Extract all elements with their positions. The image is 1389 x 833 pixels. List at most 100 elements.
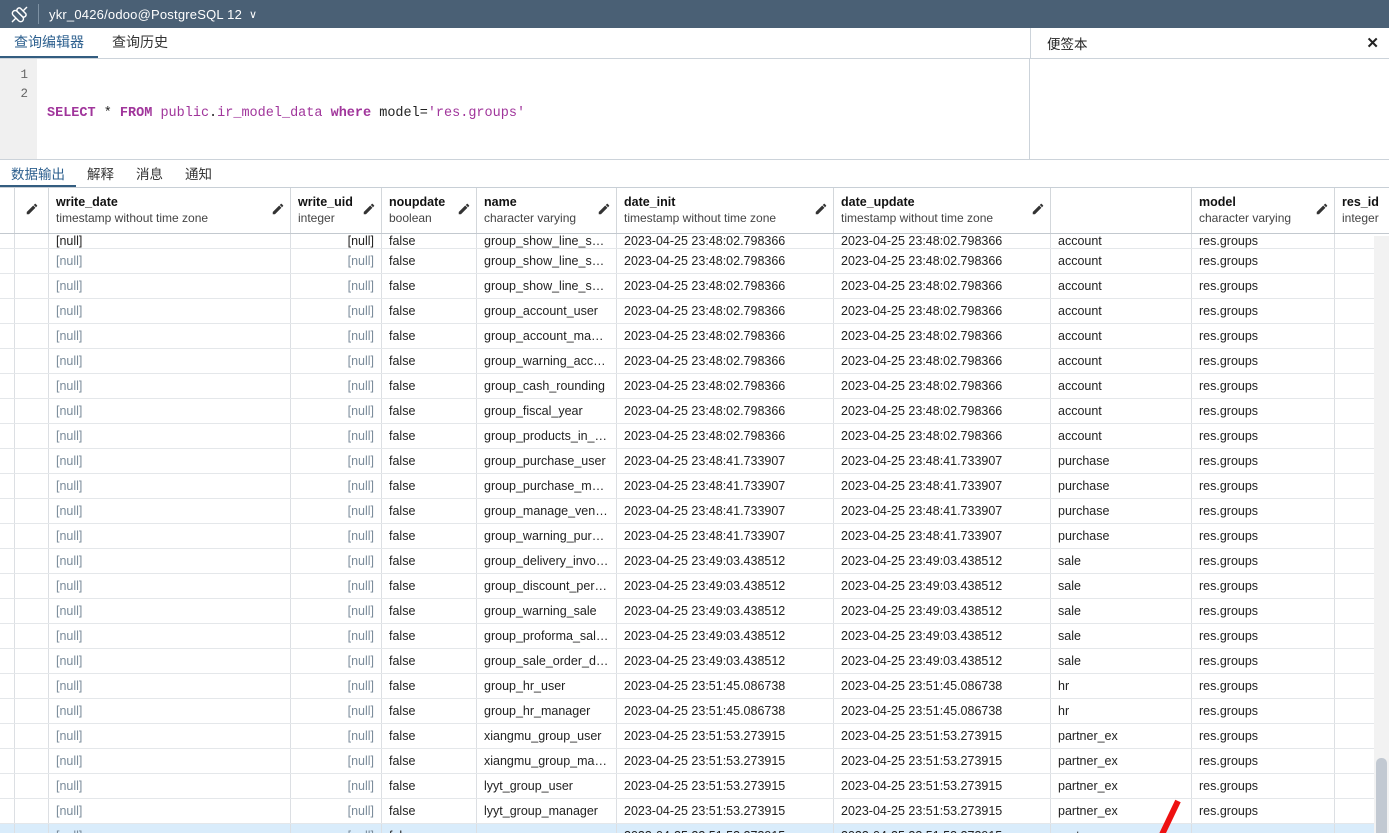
cell-noupdate[interactable]: false <box>381 233 477 249</box>
cell-date-init[interactable]: 2023-04-25 23:51:53.273915 <box>616 748 834 774</box>
column-header-name[interactable]: name character varying <box>476 188 617 234</box>
cell-module[interactable]: partner_ex <box>1050 748 1192 774</box>
cell-noupdate[interactable]: false <box>381 498 477 524</box>
cell-name[interactable]: lyyt_group_manager <box>476 798 617 824</box>
cell-noupdate[interactable]: false <box>381 723 477 749</box>
cell-noupdate[interactable]: false <box>381 423 477 449</box>
cell-module[interactable]: account <box>1050 298 1192 324</box>
column-header-module[interactable]: module character varying <box>1050 188 1192 234</box>
cell-noupdate[interactable]: false <box>381 348 477 374</box>
cell-module[interactable]: account <box>1050 398 1192 424</box>
cell-name[interactable]: group_account_user <box>476 298 617 324</box>
row-gutter-cell[interactable] <box>0 698 15 724</box>
cell-name[interactable]: group_warning_purcha… <box>476 523 617 549</box>
cell-date-init[interactable]: 2023-04-25 23:48:02.798366 <box>616 398 834 424</box>
cell-model[interactable]: res.groups <box>1191 398 1335 424</box>
cell-module[interactable]: account <box>1050 373 1192 399</box>
table-row[interactable]: [null] [null] false xiangmu_group_mana… 2023… <box>0 748 1389 774</box>
cell-write-date[interactable]: [null] <box>48 498 291 524</box>
cell-write-uid[interactable]: [null] <box>290 748 382 774</box>
cell-module[interactable]: purchase <box>1050 523 1192 549</box>
row-edit-cell[interactable] <box>14 348 49 374</box>
cell-date-init[interactable]: 2023-04-25 23:49:03.438512 <box>616 598 834 624</box>
cell-date-init[interactable]: 2023-04-25 23:51:45.086738 <box>616 698 834 724</box>
row-gutter-cell[interactable] <box>0 423 15 449</box>
column-header-noupdate[interactable]: noupdate boolean <box>381 188 477 234</box>
close-icon[interactable]: ✕ <box>1366 34 1379 52</box>
column-header-res-id[interactable]: res_id integer <box>1334 188 1389 234</box>
cell-write-date[interactable]: [null] <box>48 548 291 574</box>
cell-noupdate[interactable]: false <box>381 773 477 799</box>
cell-module[interactable]: account <box>1050 323 1192 349</box>
cell-date-init[interactable]: 2023-04-25 23:51:45.086738 <box>616 673 834 699</box>
cell-date-update[interactable]: 2023-04-25 23:49:03.438512 <box>833 573 1051 599</box>
cell-write-date[interactable]: [null] <box>48 573 291 599</box>
row-gutter-cell[interactable] <box>0 323 15 349</box>
tab-explain[interactable]: 解释 <box>76 160 125 187</box>
table-row[interactable]: [null] [null] false group_cash_rounding 2023… <box>0 373 1389 399</box>
row-edit-cell[interactable] <box>14 698 49 724</box>
cell-date-update[interactable]: 2023-04-25 23:48:41.733907 <box>833 523 1051 549</box>
tab-query-history[interactable]: 查询历史 <box>98 28 182 58</box>
sql-editor[interactable]: 1 2 SELECT * FROM public.ir_model_data w… <box>0 59 1030 159</box>
cell-noupdate[interactable]: false <box>381 698 477 724</box>
row-edit-cell[interactable] <box>14 598 49 624</box>
cell-write-uid[interactable]: [null] <box>290 623 382 649</box>
cell-date-update[interactable]: 2023-04-25 23:51:53.273915 <box>833 798 1051 824</box>
column-header-write-uid[interactable]: write_uid integer <box>290 188 382 234</box>
cell-write-uid[interactable]: [null] <box>290 822 382 833</box>
cell-write-date[interactable]: [null] <box>48 748 291 774</box>
cell-noupdate[interactable]: false <box>381 673 477 699</box>
cell-write-date[interactable]: [null] <box>48 673 291 699</box>
cell-module[interactable]: partner_ex <box>1050 798 1192 824</box>
cell-write-uid[interactable]: [null] <box>290 698 382 724</box>
cell-name[interactable]: no_manager <box>476 822 617 833</box>
cell-model[interactable]: res.groups <box>1191 648 1335 674</box>
cell-write-uid[interactable]: [null] <box>290 448 382 474</box>
table-row[interactable]: [null] [null] false group_show_line_subt… 20… <box>0 248 1389 274</box>
cell-date-update[interactable]: 2023-04-25 23:49:03.438512 <box>833 648 1051 674</box>
cell-write-uid[interactable]: [null] <box>290 648 382 674</box>
cell-module[interactable]: account <box>1050 273 1192 299</box>
cell-noupdate[interactable]: false <box>381 822 477 833</box>
cell-write-uid[interactable]: [null] <box>290 273 382 299</box>
cell-write-uid[interactable]: [null] <box>290 773 382 799</box>
cell-model[interactable]: res.groups <box>1191 623 1335 649</box>
cell-name[interactable]: group_manage_vendor… <box>476 498 617 524</box>
cell-date-init[interactable]: 2023-04-25 23:48:02.798366 <box>616 423 834 449</box>
cell-noupdate[interactable]: false <box>381 648 477 674</box>
row-edit-cell[interactable] <box>14 673 49 699</box>
cell-date-init[interactable]: 2023-04-25 23:51:53.273915 <box>616 798 834 824</box>
row-edit-cell[interactable] <box>14 323 49 349</box>
row-gutter-cell[interactable] <box>0 498 15 524</box>
table-row[interactable]: [null] [null] false group_sale_order_dates 2… <box>0 648 1389 674</box>
cell-date-update[interactable]: 2023-04-25 23:51:45.086738 <box>833 673 1051 699</box>
cell-date-init[interactable]: 2023-04-25 23:49:03.438512 <box>616 548 834 574</box>
cell-write-date[interactable]: [null] <box>48 398 291 424</box>
cell-date-init[interactable]: 2023-04-25 23:51:53.273915 <box>616 822 834 833</box>
table-row[interactable]: [null] [null] false group_purchase_user 2023… <box>0 448 1389 474</box>
cell-model[interactable]: res.groups <box>1191 773 1335 799</box>
row-gutter-cell[interactable] <box>0 548 15 574</box>
cell-model[interactable]: res.groups <box>1191 298 1335 324</box>
row-edit-cell[interactable] <box>14 723 49 749</box>
cell-model[interactable]: res.groups <box>1191 748 1335 774</box>
cell-module[interactable]: sale <box>1050 548 1192 574</box>
row-edit-cell[interactable] <box>14 273 49 299</box>
table-row[interactable]: [null] [null] false group_warning_account 20… <box>0 348 1389 374</box>
cell-date-init[interactable]: 2023-04-25 23:49:03.438512 <box>616 573 834 599</box>
row-edit-cell[interactable] <box>14 448 49 474</box>
row-edit-cell[interactable] <box>14 573 49 599</box>
cell-name[interactable]: group_fiscal_year <box>476 398 617 424</box>
row-gutter-cell[interactable] <box>0 598 15 624</box>
cell-name[interactable]: group_hr_user <box>476 673 617 699</box>
cell-module[interactable]: partner_ex <box>1050 773 1192 799</box>
cell-name[interactable]: group_discount_per_so… <box>476 573 617 599</box>
sql-code[interactable]: SELECT * FROM public.ir_model_data where… <box>37 59 1029 159</box>
cell-model[interactable]: res.groups <box>1191 348 1335 374</box>
cell-name[interactable]: group_account_manag… <box>476 323 617 349</box>
tab-query-editor[interactable]: 查询编辑器 <box>0 28 98 58</box>
cell-write-date[interactable]: [null] <box>48 473 291 499</box>
cell-write-date[interactable]: [null] <box>48 523 291 549</box>
cell-date-update[interactable]: 2023-04-25 23:48:02.798366 <box>833 248 1051 274</box>
